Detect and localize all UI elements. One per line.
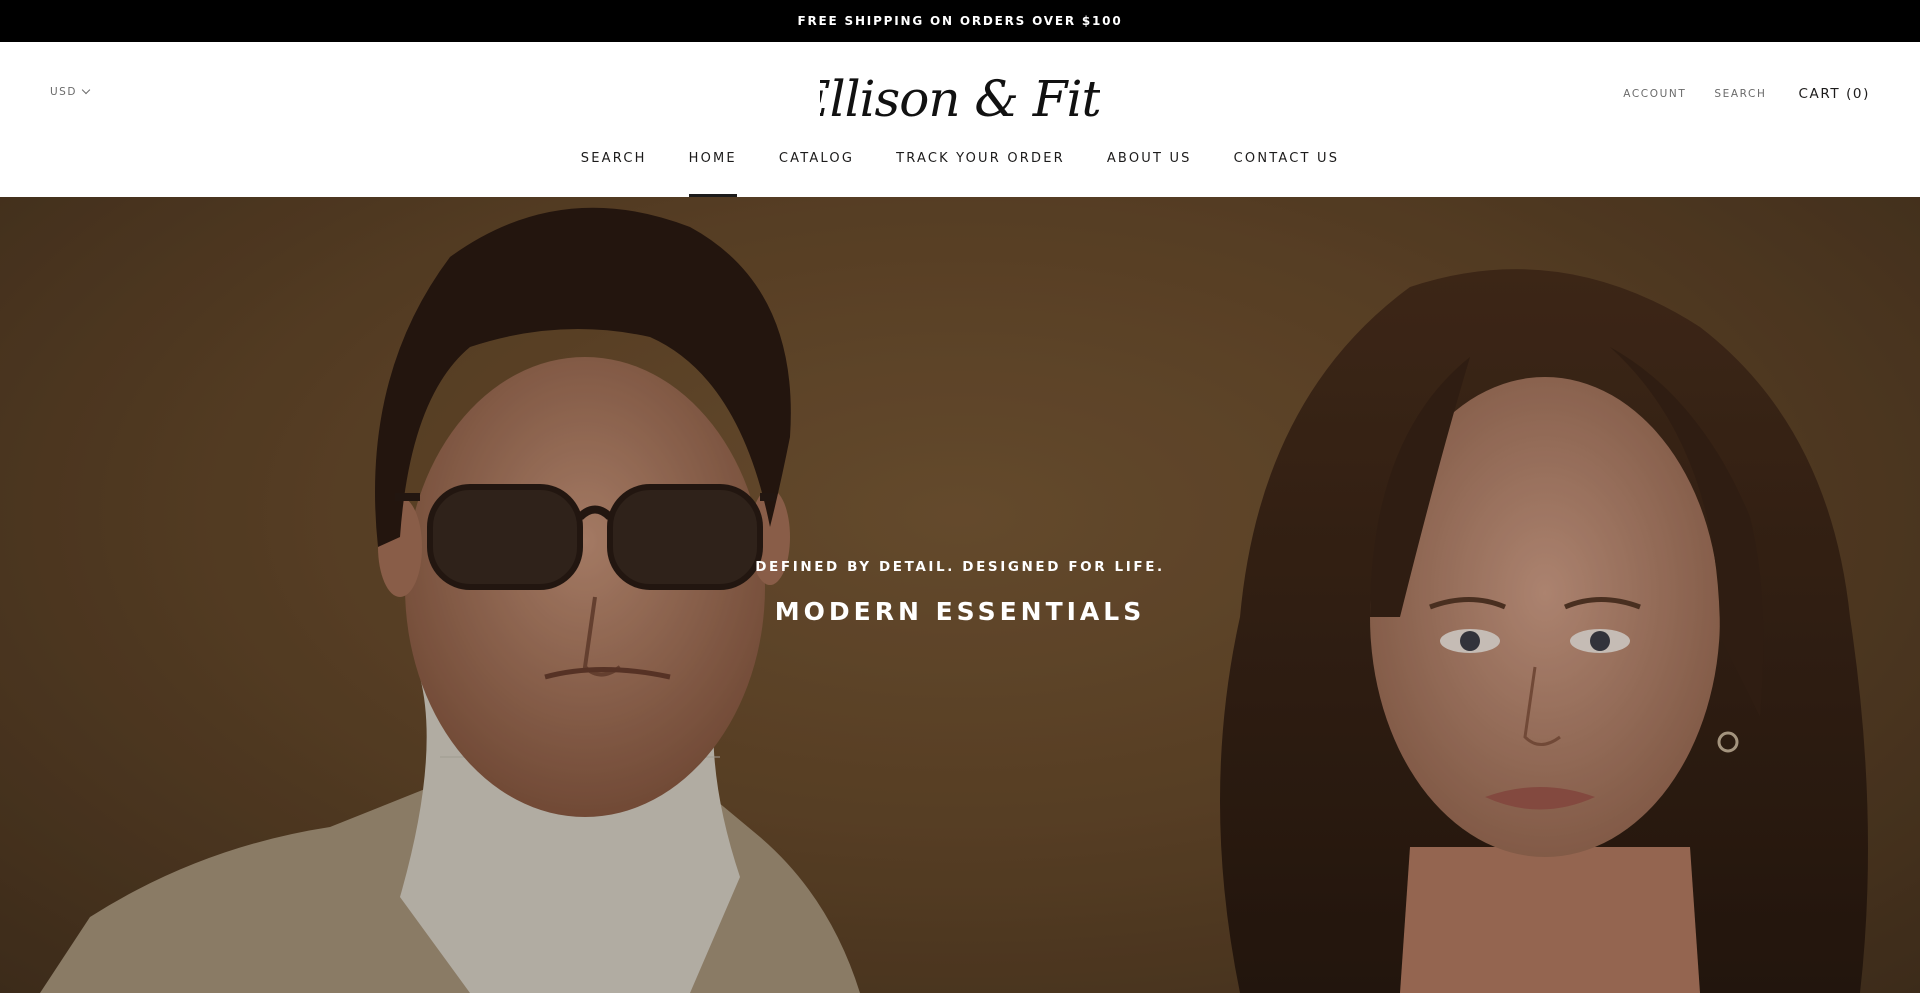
hero-title: MODERN ESSENTIALS	[774, 597, 1146, 626]
currency-selector[interactable]: USD	[50, 85, 91, 98]
nav-item-about-us[interactable]: ABOUT US	[1107, 150, 1192, 197]
currency-label: USD	[50, 86, 77, 98]
nav-item-home[interactable]: HOME	[688, 150, 738, 197]
logo-text: Ellison & Fitz	[820, 70, 1100, 128]
nav-item-track-order[interactable]: TRACK YOUR ORDER	[896, 150, 1065, 197]
hero-subtitle: DEFINED BY DETAIL. DESIGNED FOR LIFE.	[755, 559, 1165, 575]
secondary-nav: ACCOUNT SEARCH CART (0)	[1623, 86, 1870, 102]
announcement-text: FREE SHIPPING ON ORDERS OVER $100	[797, 14, 1123, 28]
logo-wordmark: Ellison & Fitz	[820, 70, 1100, 128]
hero-banner: DEFINED BY DETAIL. DESIGNED FOR LIFE. MO…	[0, 197, 1920, 993]
cart-link[interactable]: CART (0)	[1798, 86, 1870, 102]
search-link[interactable]: SEARCH	[1714, 88, 1766, 100]
chevron-down-icon	[81, 85, 91, 95]
account-link[interactable]: ACCOUNT	[1623, 88, 1686, 100]
nav-item-contact-us[interactable]: CONTACT US	[1234, 150, 1340, 197]
logo[interactable]: Ellison & Fitz	[820, 60, 1100, 136]
nav-item-search[interactable]: SEARCH	[581, 150, 647, 197]
announcement-bar: FREE SHIPPING ON ORDERS OVER $100	[0, 0, 1920, 42]
site-header: USD Ellison & Fitz ACCOUNT SEARCH CART (…	[0, 42, 1920, 197]
main-nav: SEARCH HOME CATALOG TRACK YOUR ORDER ABO…	[0, 150, 1920, 197]
hero-text-block: DEFINED BY DETAIL. DESIGNED FOR LIFE. MO…	[0, 559, 1920, 626]
nav-item-catalog[interactable]: CATALOG	[779, 150, 854, 197]
